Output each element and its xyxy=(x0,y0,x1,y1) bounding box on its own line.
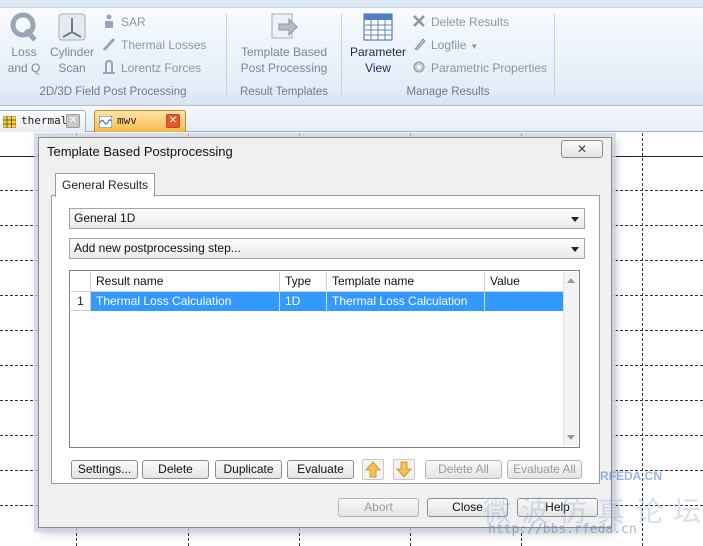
group-label-templates: Result Templates xyxy=(240,86,328,98)
thermal-losses-label: Thermal Losses xyxy=(121,38,207,52)
parametric-properties-icon xyxy=(412,60,426,74)
lorentz-forces-button[interactable]: Lorentz Forces xyxy=(102,58,201,78)
watermark-brand: RFEDA.CN xyxy=(600,469,662,483)
delete-button[interactable]: Delete xyxy=(142,460,209,479)
logfile-dropdown-icon: ▼ xyxy=(470,42,479,51)
logfile-label: Logfile xyxy=(431,38,467,52)
logfile-button[interactable]: Logfile ▼ xyxy=(412,35,478,55)
add-step-dropdown[interactable]: Add new postprocessing step... xyxy=(69,238,585,259)
parameter-view-label: Parameter View xyxy=(349,45,407,75)
evaluate-all-button[interactable]: Evaluate All xyxy=(507,460,582,479)
dropdown-arrow-icon xyxy=(571,247,579,252)
scroll-down-arrow-icon[interactable] xyxy=(567,435,575,440)
cell-value[interactable] xyxy=(485,292,564,311)
table-corner xyxy=(71,272,91,292)
delete-results-label: Delete Results xyxy=(431,15,510,29)
grid-line xyxy=(642,133,643,546)
loss-and-q-label: Loss and Q xyxy=(7,45,41,75)
ribbon: Loss and Q Cylinder Scan SAR Thermal Los… xyxy=(0,0,703,106)
watermark-url: http://bbs.rfeda.cn xyxy=(488,522,637,537)
column-header-template-name[interactable]: Template name xyxy=(327,272,485,292)
delete-results-button[interactable]: Delete Results xyxy=(412,12,509,32)
delete-all-button[interactable]: Delete All xyxy=(425,460,502,479)
waveform-icon xyxy=(98,115,113,129)
document-tab-bar: thermal ✕ mwv ✕ xyxy=(0,106,703,132)
template-arrow-icon xyxy=(269,12,299,42)
group-manage-results: Parameter View Delete Results Logfile ▼ P… xyxy=(342,8,554,104)
column-header-type[interactable]: Type xyxy=(280,272,327,292)
thermal-losses-icon xyxy=(102,37,116,52)
parameter-table-icon xyxy=(363,12,393,42)
tab-mwv-label: mwv xyxy=(117,114,137,127)
column-header-result-name[interactable]: Result name xyxy=(91,272,280,292)
row-number: 1 xyxy=(71,292,91,311)
scroll-up-arrow-icon[interactable] xyxy=(567,278,575,283)
results-table: Result name Type Template name Value 1 T… xyxy=(69,270,580,448)
add-step-value: Add new postprocessing step... xyxy=(74,241,241,255)
parameter-view-button[interactable]: Parameter View xyxy=(348,12,408,76)
duplicate-button[interactable]: Duplicate xyxy=(215,460,282,479)
settings-button[interactable]: Settings... xyxy=(71,460,138,479)
arrow-up-icon xyxy=(363,461,383,482)
tab-thermal-label: thermal xyxy=(21,114,68,127)
tab-general-results[interactable]: General Results xyxy=(55,173,156,197)
delete-x-icon xyxy=(412,14,426,28)
column-header-value[interactable]: Value xyxy=(485,272,564,292)
result-type-value: General 1D xyxy=(74,211,136,225)
loss-q-icon xyxy=(9,12,39,42)
close-icon: ✕ xyxy=(576,142,588,156)
cell-type[interactable]: 1D xyxy=(280,292,327,311)
sar-icon xyxy=(102,14,116,28)
thermal-losses-button[interactable]: Thermal Losses xyxy=(102,35,206,55)
cylinder-scan-label: Cylinder Scan xyxy=(49,45,94,75)
move-down-button[interactable] xyxy=(393,459,415,480)
result-type-dropdown[interactable]: General 1D xyxy=(69,208,585,229)
dropdown-arrow-icon xyxy=(571,217,579,222)
grid-icon xyxy=(2,115,17,129)
tab-mwv[interactable]: mwv ✕ xyxy=(94,110,186,132)
template-based-post-processing-button[interactable]: Template Based Post Processing xyxy=(233,12,335,76)
close-icon[interactable]: ✕ xyxy=(166,114,180,128)
evaluate-button[interactable]: Evaluate xyxy=(287,460,354,479)
template-based-label: Template Based Post Processing xyxy=(240,45,328,75)
sar-label: SAR xyxy=(121,15,146,29)
group-label-field-post: 2D/3D Field Post Processing xyxy=(39,86,187,98)
close-icon[interactable]: ✕ xyxy=(66,114,80,128)
tab-thermal[interactable]: thermal ✕ xyxy=(0,110,86,132)
abort-button[interactable]: Abort xyxy=(338,498,419,517)
loss-and-q-button[interactable]: Loss and Q xyxy=(4,12,44,76)
sar-button[interactable]: SAR xyxy=(102,12,146,32)
group-field-post-processing: Loss and Q Cylinder Scan SAR Thermal Los… xyxy=(0,8,226,104)
cylinder-scan-button[interactable]: Cylinder Scan xyxy=(48,12,96,76)
group-label-manage: Manage Results xyxy=(406,86,490,98)
cell-result-name[interactable]: Thermal Loss Calculation xyxy=(91,292,280,311)
lorentz-forces-icon xyxy=(102,59,116,74)
arrow-down-icon xyxy=(394,461,414,482)
parametric-properties-label: Parametric Properties xyxy=(431,61,548,75)
ribbon-separator xyxy=(554,14,555,98)
ribbon-top-strip xyxy=(0,0,703,8)
template-postprocessing-dialog: Template Based Postprocessing ✕ General … xyxy=(38,137,612,528)
logfile-icon xyxy=(412,37,426,51)
group-result-templates: Template Based Post Processing Result Te… xyxy=(227,8,341,104)
cylinder-scan-icon xyxy=(57,12,87,42)
lorentz-forces-label: Lorentz Forces xyxy=(121,61,202,75)
move-up-button[interactable] xyxy=(362,459,384,480)
dialog-title: Template Based Postprocessing xyxy=(47,144,233,159)
dialog-close-button[interactable]: ✕ xyxy=(561,140,603,158)
table-vertical-scrollbar[interactable] xyxy=(563,272,578,446)
cell-template-name[interactable]: Thermal Loss Calculation xyxy=(327,292,485,311)
parametric-properties-button[interactable]: Parametric Properties xyxy=(412,58,547,78)
